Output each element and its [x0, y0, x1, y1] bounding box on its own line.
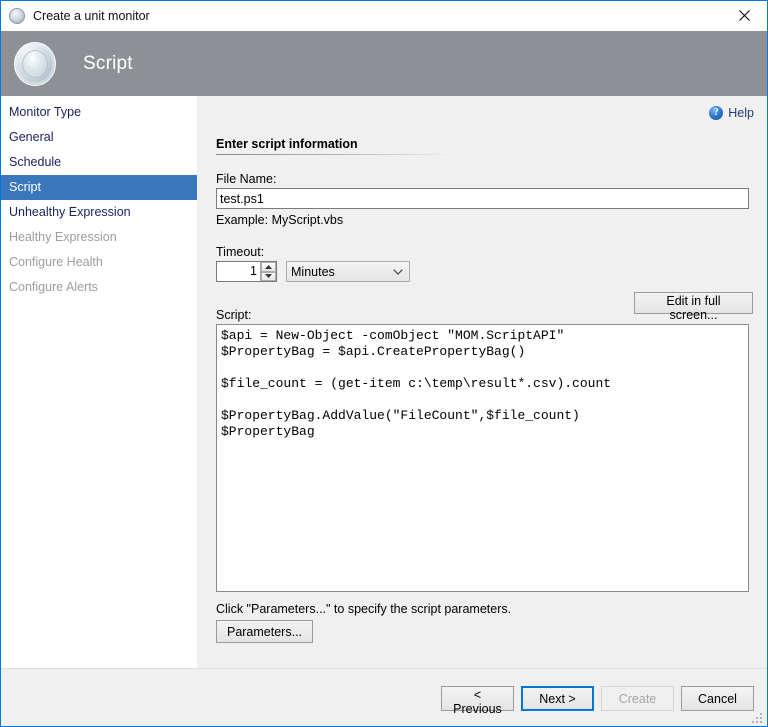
file-name-input[interactable]	[216, 188, 749, 209]
next-button[interactable]: Next >	[521, 686, 594, 711]
timeout-increment-button[interactable]	[261, 262, 276, 272]
script-editor[interactable]: $api = New-Object -comObject "MOM.Script…	[216, 324, 749, 592]
help-link[interactable]: ? Help	[709, 106, 754, 120]
help-icon: ?	[709, 106, 724, 120]
timeout-label: Timeout:	[216, 245, 265, 259]
main-panel: ? Help Enter script information File Nam…	[197, 96, 767, 668]
create-button: Create	[601, 686, 674, 711]
page-banner: Script	[1, 31, 767, 96]
parameters-hint: Click "Parameters..." to specify the scr…	[216, 602, 512, 616]
timeout-controls: 1 Minutes	[216, 261, 410, 282]
cancel-button[interactable]: Cancel	[681, 686, 754, 711]
sidebar-item-unhealthy-expression[interactable]: Unhealthy Expression	[1, 200, 197, 225]
sidebar-item-healthy-expression: Healthy Expression	[9, 230, 117, 244]
page-title: Script	[83, 52, 133, 74]
file-name-label: File Name:	[216, 172, 277, 186]
timeout-stepper-buttons	[260, 262, 276, 281]
timeout-unit-value: Minutes	[291, 264, 335, 279]
wizard-sidebar: Monitor Type General Schedule Script Unh…	[1, 96, 197, 668]
caret-up-icon	[265, 264, 272, 269]
dialog-button-row: < Previous Next > Create Cancel	[441, 686, 754, 716]
section-header: Enter script information	[216, 137, 454, 155]
resize-grip[interactable]	[752, 711, 764, 723]
create-unit-monitor-dialog: Create a unit monitor Script Monitor Typ…	[0, 0, 768, 727]
sidebar-item-general[interactable]: General	[1, 125, 197, 150]
previous-button[interactable]: < Previous	[441, 686, 514, 716]
sidebar-item-monitor-type[interactable]: Monitor Type	[1, 100, 197, 125]
script-label: Script:	[216, 308, 252, 322]
help-label: Help	[728, 106, 754, 120]
close-button[interactable]	[721, 1, 767, 30]
edit-in-full-screen-button[interactable]: Edit in full screen...	[634, 292, 753, 322]
parameters-button[interactable]: Parameters...	[216, 620, 313, 643]
dialog-footer: < Previous Next > Create Cancel	[1, 668, 767, 726]
sidebar-item-configure-alerts: Configure Alerts	[9, 280, 98, 294]
section-divider	[216, 154, 454, 155]
section-title: Enter script information	[216, 137, 358, 151]
monitor-circle-icon	[9, 8, 25, 24]
caret-down-icon	[265, 274, 272, 279]
timeout-decrement-button[interactable]	[261, 271, 276, 281]
wizard-step-list: Monitor Type General Schedule Script Unh…	[1, 96, 197, 300]
sidebar-item-script[interactable]: Script	[1, 175, 197, 200]
sidebar-item-configure-health: Configure Health	[9, 255, 103, 269]
title-bar: Create a unit monitor	[1, 1, 767, 31]
chevron-down-icon	[393, 268, 403, 275]
timeout-stepper[interactable]: 1	[216, 261, 277, 282]
timeout-value[interactable]: 1	[217, 262, 260, 281]
file-name-example: Example: MyScript.vbs	[216, 213, 344, 227]
sidebar-item-schedule[interactable]: Schedule	[1, 150, 197, 175]
timeout-unit-select[interactable]: Minutes	[286, 261, 410, 282]
script-circle-icon	[14, 41, 56, 86]
close-icon	[738, 10, 750, 21]
window-title: Create a unit monitor	[33, 9, 150, 23]
